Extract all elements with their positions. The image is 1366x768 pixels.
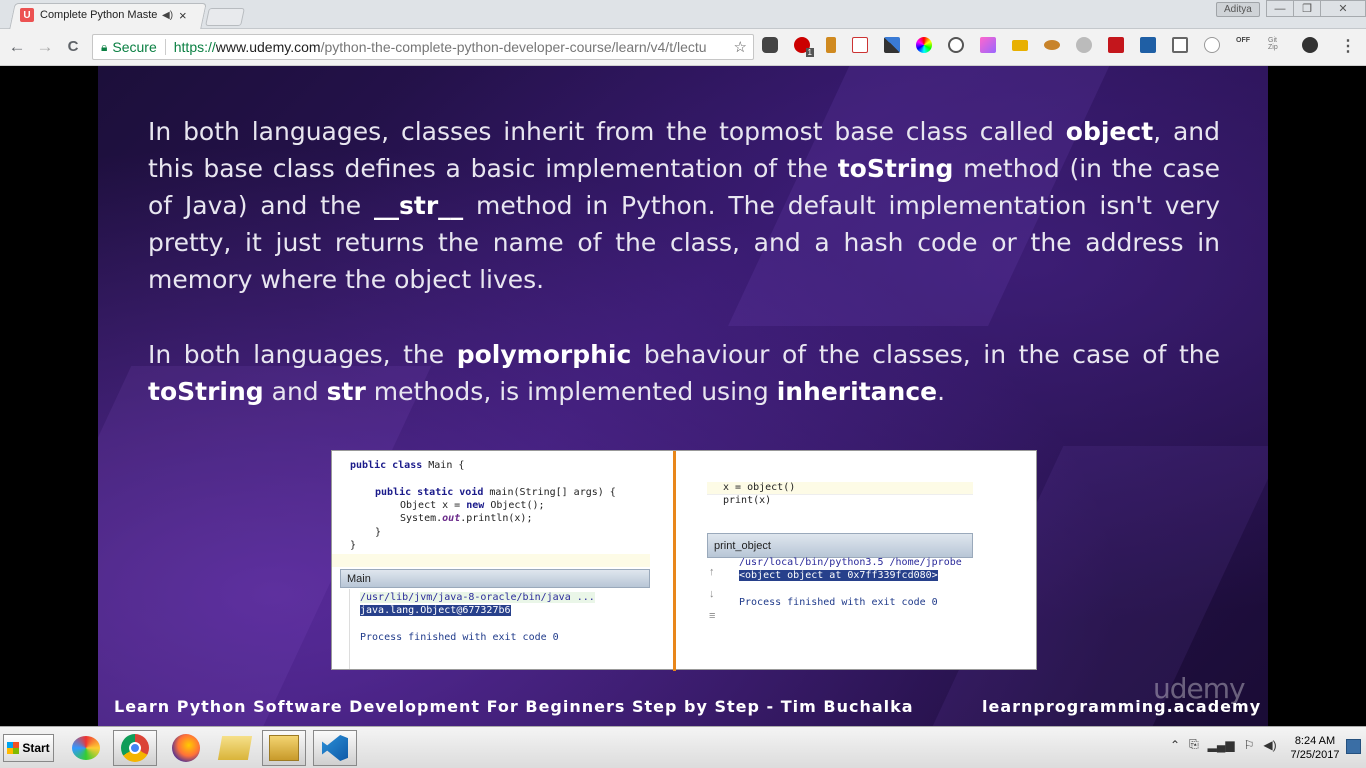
circle-icon[interactable]	[1204, 37, 1220, 53]
start-button[interactable]: Start	[3, 734, 54, 762]
omnibox-divider	[164, 39, 166, 55]
profile-button[interactable]: Aditya	[1216, 2, 1260, 17]
close-window-button[interactable]: ✕	[1320, 0, 1366, 17]
java-ide-panel: public class Main { public static void m…	[332, 451, 676, 671]
url-scheme: https://	[173, 39, 216, 55]
page-content: In both languages, classes inherit from …	[0, 66, 1366, 726]
extension-badge: 1	[805, 48, 814, 57]
tab-close-icon[interactable]: ×	[179, 8, 187, 23]
pocket-icon[interactable]	[762, 37, 778, 53]
paint-icon[interactable]	[64, 730, 108, 766]
show-desktop-button[interactable]	[1346, 739, 1361, 754]
tray-expand-icon[interactable]: ⌃	[1170, 738, 1180, 752]
speaker-icon[interactable]: ◀)	[162, 10, 173, 21]
lecture-video-slide[interactable]: In both languages, classes inherit from …	[98, 66, 1268, 726]
lock-icon[interactable]: 🔒︎	[101, 40, 107, 55]
gradient-icon[interactable]	[980, 37, 996, 53]
recycle-icon[interactable]	[948, 37, 964, 53]
code-screenshot: public class Main { public static void m…	[331, 450, 1037, 671]
browser-toolbar: ← → C 🔒︎ Secure https:// www.udemy.com /…	[0, 29, 1366, 66]
java-run-header: Main	[340, 569, 650, 588]
code-gutter-strip	[332, 554, 650, 567]
java-line-5: }	[375, 527, 382, 538]
url-host: www.udemy.com	[215, 39, 321, 55]
reload-button[interactable]: C	[62, 38, 84, 55]
python-run-header: print_object	[707, 533, 973, 558]
bookmark-star-icon[interactable]: ☆	[729, 38, 747, 56]
windows-logo-icon	[7, 742, 20, 754]
secure-label[interactable]: Secure	[112, 39, 156, 55]
taskbar-clock[interactable]: 8:24 AM 7/25/2017	[1288, 734, 1342, 762]
python-run-exit: Process finished with exit code 0	[739, 597, 938, 608]
new-tab-button[interactable]	[205, 8, 245, 26]
back-button[interactable]: ←	[6, 37, 28, 57]
color-wheel-icon[interactable]	[916, 37, 932, 53]
chrome-icon[interactable]	[113, 730, 157, 766]
java-line-3: Object x = new Object();	[400, 500, 545, 511]
folder-icon[interactable]	[1012, 39, 1028, 51]
action-center-icon[interactable]: ⚐	[1244, 738, 1255, 752]
save-icon[interactable]	[1140, 37, 1156, 53]
python-run-command: /usr/local/bin/python3.5 /home/jprobe	[739, 557, 962, 568]
java-run-exit: Process finished with exit code 0	[360, 632, 559, 643]
run-nav-icons: ↑ ↓ ≡	[709, 566, 716, 622]
off-icon[interactable]: OFF	[1236, 37, 1256, 53]
ublock-icon[interactable]: 1	[794, 37, 814, 57]
chrome-menu-icon[interactable]: ⋮	[1340, 36, 1356, 56]
tab-strip: U Complete Python Maste ◀) × Aditya — ❐ …	[0, 0, 1366, 29]
restore-button[interactable]: ❐	[1293, 0, 1321, 17]
pen-icon[interactable]	[884, 37, 900, 53]
food-icon[interactable]	[1044, 40, 1060, 50]
firefox-icon[interactable]	[164, 730, 208, 766]
python-run-output: <object object at 0x7ff339fcd080>	[739, 570, 938, 581]
slide-paragraph-1: In both languages, classes inherit from …	[148, 117, 1220, 294]
explorer-icon[interactable]	[262, 730, 306, 766]
clock-time: 8:24 AM	[1294, 735, 1336, 747]
url-path: /python-the-complete-python-developer-co…	[320, 39, 707, 55]
windows-taskbar: Start ⌃ ⎘ ▂▄▆ ⚐ ◀) 8:24 AM 7/25/2017	[0, 726, 1366, 768]
shield-icon[interactable]	[1076, 37, 1092, 53]
slide-paragraph-2: In both languages, the polymorphic behav…	[148, 340, 1221, 406]
tab-title: Complete Python Maste	[40, 9, 158, 21]
adblock-icon[interactable]	[1302, 37, 1318, 53]
python-line-2: print(x)	[723, 495, 772, 506]
website-footer: learnprogramming.academy	[982, 697, 1262, 716]
volume-icon[interactable]: ◀)	[1263, 738, 1276, 752]
java-line-2: public static void main(String[] args) {	[375, 487, 616, 498]
vscode-icon[interactable]	[313, 730, 357, 766]
address-bar[interactable]: 🔒︎ Secure https:// www.udemy.com /python…	[92, 34, 754, 60]
clock-date: 7/25/2017	[1290, 749, 1340, 761]
network-icon[interactable]: ▂▄▆	[1208, 738, 1235, 752]
course-title-footer: Learn Python Software Development For Be…	[114, 697, 914, 716]
flag-icon[interactable]	[826, 37, 836, 53]
udemy-favicon-icon: U	[20, 8, 34, 22]
copy-icon[interactable]	[1172, 37, 1188, 53]
python-line-1: x = object()	[723, 482, 796, 493]
python-ide-panel: x = object() print(x) print_object ↑ ↓ ≡ /…	[679, 451, 1037, 671]
java-line-4: System.out.println(x);	[400, 513, 533, 524]
java-run-output: java.lang.Object@677327b6	[360, 605, 511, 616]
extension-icons: 1 OFF Git Zip	[762, 37, 1334, 57]
window-controls: — ❐ ✕	[1266, 0, 1366, 17]
java-line-6: }	[350, 540, 357, 551]
folder-icon[interactable]	[213, 730, 257, 766]
minimize-button[interactable]: —	[1266, 0, 1294, 17]
forward-button[interactable]: →	[34, 37, 56, 57]
tab-content[interactable]: U Complete Python Maste ◀) ×	[20, 6, 187, 24]
java-run-command: /usr/lib/jvm/java-8-oracle/bin/java ...	[360, 592, 595, 603]
notes-icon[interactable]	[852, 37, 868, 53]
run-toolbar	[340, 589, 350, 669]
zip-icon[interactable]: Git Zip	[1268, 37, 1286, 53]
java-line-1: public class Main {	[350, 460, 465, 471]
system-tray: ⌃ ⎘ ▂▄▆ ⚐ ◀)	[1170, 737, 1286, 752]
usb-icon[interactable]: ⎘	[1189, 737, 1199, 752]
pdf-icon[interactable]	[1108, 37, 1124, 53]
start-label: Start	[22, 741, 50, 755]
